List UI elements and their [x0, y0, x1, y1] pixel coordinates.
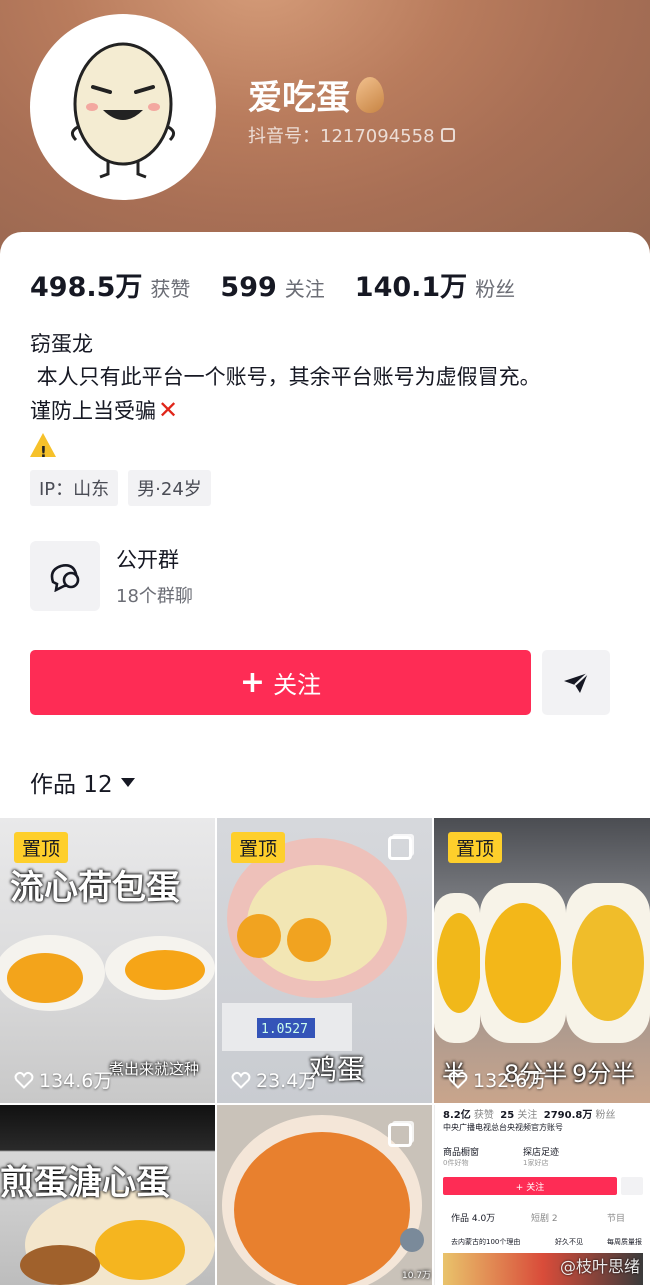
mini-stat-value: 2790.8万: [543, 1110, 593, 1121]
stat-value: 498.5万: [30, 272, 143, 303]
mini-shop: 商品橱窗 0件好物: [443, 1145, 479, 1168]
mini-chip: 好久不见: [555, 1238, 583, 1246]
avatar[interactable]: [30, 14, 216, 200]
like-count: 132.6万: [448, 1066, 546, 1093]
bio-line: 窃蛋龙: [30, 332, 93, 356]
ip-tag: IP：山东: [30, 470, 119, 506]
video-caption: 煮出来就这种: [108, 1060, 199, 1078]
egg-face-icon: [71, 42, 175, 179]
mini-follow-button: + 关注: [443, 1177, 617, 1195]
mini-tab: 短剧 2: [531, 1214, 558, 1224]
like-count-text: 23.4万: [256, 1070, 318, 1092]
like-count: 134.6万: [14, 1066, 112, 1093]
bio-line: 谨防上当受骗✕: [30, 394, 541, 428]
mini-shop-sub: 0件好物: [443, 1159, 469, 1167]
mini-chip: 每周质量报: [607, 1238, 642, 1246]
video-tile[interactable]: 1.0527 置顶 鸡蛋 23.4万: [217, 818, 432, 1103]
egg-photo: [0, 935, 215, 1011]
copy-icon[interactable]: [440, 128, 455, 142]
nickname: 爱吃蛋: [248, 70, 384, 119]
video-caption: 9分半: [572, 1060, 636, 1088]
video-tile[interactable]: 煎蛋溏心蛋: [0, 1105, 215, 1285]
watermark: @枝叶思绪: [559, 1257, 640, 1276]
video-tile[interactable]: 10.7万: [217, 1105, 432, 1285]
mini-stats: 8.2亿 获赞 25 关注 2790.8万 粉丝: [443, 1106, 616, 1121]
video-tile[interactable]: 置顶 半 8分半 9分半 132.6万: [434, 818, 650, 1103]
plus-icon: +: [239, 665, 266, 700]
video-tile[interactable]: 置顶 流心荷包蛋 煮出来就这种 134.6万: [0, 818, 215, 1103]
pinned-badge: 置顶: [448, 832, 503, 863]
share-icon: [564, 671, 589, 693]
profile-bio: 窃蛋龙 本人只有此平台一个账号，其余平台账号为虚假冒充。 谨防上当受骗✕: [30, 328, 541, 469]
cross-mark-icon: ✕: [158, 396, 179, 424]
douyin-id: 抖音号：1217094558: [248, 122, 455, 148]
heart-icon: [448, 1071, 468, 1089]
multi-image-icon: [388, 836, 412, 860]
nickname-text: 爱吃蛋: [248, 78, 350, 118]
bio-line-text: 谨防上当受骗: [30, 399, 156, 423]
mini-stat-label: 粉丝: [595, 1110, 616, 1121]
mini-stat-label: 获赞: [473, 1110, 494, 1121]
heart-icon: [14, 1071, 34, 1089]
like-count-text: 132.6万: [473, 1070, 547, 1092]
mini-follow-label: + 关注: [515, 1182, 545, 1193]
works-tab-label: 作品 12: [30, 772, 113, 798]
mini-tab: 作品 4.0万: [451, 1214, 496, 1224]
video-subtitle: 10.7万: [402, 1271, 432, 1281]
stat-likes[interactable]: 498.5万 获赞: [30, 265, 190, 304]
stat-value: 140.1万: [354, 272, 468, 303]
group-subtitle: 18个群聊: [116, 586, 193, 607]
tab-works[interactable]: 作品 12: [30, 765, 135, 799]
stat-label: 获赞: [150, 277, 191, 301]
stat-followers[interactable]: 140.1万 粉丝: [355, 265, 515, 304]
mini-stat-value: 8.2亿: [443, 1110, 471, 1121]
group-text: 公开群 18个群聊: [116, 544, 193, 608]
follow-label: 关注: [273, 671, 322, 699]
egg-photo: [434, 883, 650, 1043]
video-title: 煎蛋溏心蛋: [0, 1163, 170, 1203]
bio-line: [30, 428, 541, 469]
mini-stat-label: 关注: [517, 1110, 538, 1121]
mini-desc: 中央广播电视总台央视频官方账号: [443, 1123, 563, 1132]
like-count: 23.4万: [231, 1066, 317, 1093]
public-group-entry[interactable]: 公开群 18个群聊: [30, 541, 193, 611]
mini-store: 探店足迹 1家好店: [523, 1145, 559, 1168]
like-count-text: 134.6万: [39, 1070, 113, 1092]
mini-chip: 去内蒙古的100个理由: [451, 1238, 521, 1246]
mini-tab: 节目: [607, 1214, 626, 1224]
profile-stats: 498.5万 获赞 599 关注 140.1万 粉丝: [30, 265, 515, 304]
mini-store-label: 探店足迹: [523, 1148, 560, 1158]
heart-icon: [231, 1071, 251, 1089]
video-caption: 鸡蛋: [309, 1053, 366, 1086]
group-chat-icon: [30, 541, 100, 611]
gender-age-tag: 男·24岁: [128, 470, 211, 506]
pinned-badge: 置顶: [231, 832, 286, 863]
follow-button[interactable]: + 关注: [30, 650, 531, 715]
pinned-badge: 置顶: [14, 832, 69, 863]
mini-shop-label: 商品橱窗: [443, 1148, 480, 1158]
multi-image-icon: [388, 1123, 412, 1147]
stat-value: 599: [220, 272, 277, 303]
stat-label: 粉丝: [475, 277, 516, 301]
douyin-id-text: 抖音号：1217094558: [248, 126, 435, 147]
egg-icon: [356, 76, 384, 113]
group-title: 公开群: [116, 548, 179, 572]
mini-store-sub: 1家好店: [523, 1159, 549, 1167]
chevron-down-icon: [120, 777, 135, 787]
warning-icon: [30, 433, 56, 469]
bio-line: 本人只有此平台一个账号，其余平台账号为虚假冒充。: [30, 365, 541, 389]
scale-readout: 1.0527: [261, 1022, 308, 1037]
share-button[interactable]: [542, 650, 610, 715]
mini-stat-value: 25: [500, 1110, 515, 1121]
mini-share-button: [621, 1177, 643, 1195]
video-title: 流心荷包蛋: [10, 868, 180, 908]
stat-following[interactable]: 599 关注: [220, 272, 324, 303]
stat-label: 关注: [284, 277, 325, 301]
profile-tags: IP：山东 男·24岁: [30, 470, 211, 506]
video-tile[interactable]: 8.2亿 获赞 25 关注 2790.8万 粉丝 中央广播电视总台央视频官方账号…: [434, 1105, 650, 1285]
